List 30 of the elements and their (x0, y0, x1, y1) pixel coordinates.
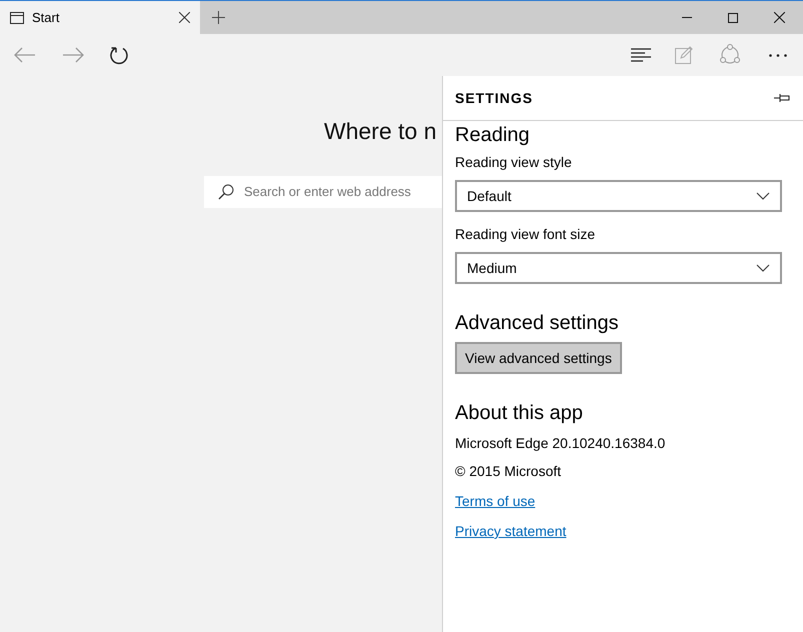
chevron-down-icon (756, 264, 770, 272)
dropdown[interactable]: Medium (455, 252, 782, 284)
pin-icon[interactable] (774, 93, 791, 103)
field-label: Reading view style (455, 153, 573, 172)
hub-icon[interactable] (631, 48, 651, 62)
panel-title: SETTINGS (455, 88, 534, 108)
about-text: © 2015 Microsoft (455, 462, 562, 481)
more-icon[interactable] (769, 54, 787, 56)
browser-tab[interactable]: Start (0, 1, 200, 34)
link[interactable]: Privacy statement (455, 521, 566, 542)
about-text: Microsoft Edge 20.10240.16384.0 (455, 434, 666, 453)
page-heading: Where to n (324, 117, 438, 146)
link[interactable]: Terms of use (455, 491, 536, 512)
section-heading: Advanced settings (455, 311, 620, 336)
chevron-down-icon (756, 192, 770, 200)
new-tab-icon[interactable] (212, 11, 225, 24)
close-icon[interactable] (179, 12, 190, 23)
section-heading: Reading (455, 123, 531, 148)
refresh-icon[interactable] (110, 45, 130, 65)
search-icon (218, 184, 234, 200)
maximize-icon[interactable] (728, 12, 738, 22)
share-icon[interactable] (719, 44, 741, 66)
dropdown[interactable]: Default (455, 180, 782, 212)
close-icon[interactable] (774, 12, 785, 23)
field-label: Reading view font size (455, 225, 596, 244)
section-heading: About this app (455, 401, 584, 426)
search-field[interactable]: Search or enter web address (204, 176, 442, 208)
tab-title: Start (32, 8, 60, 27)
tab-page-icon (10, 12, 24, 24)
view-advanced-button[interactable]: View advanced settings (455, 342, 622, 374)
